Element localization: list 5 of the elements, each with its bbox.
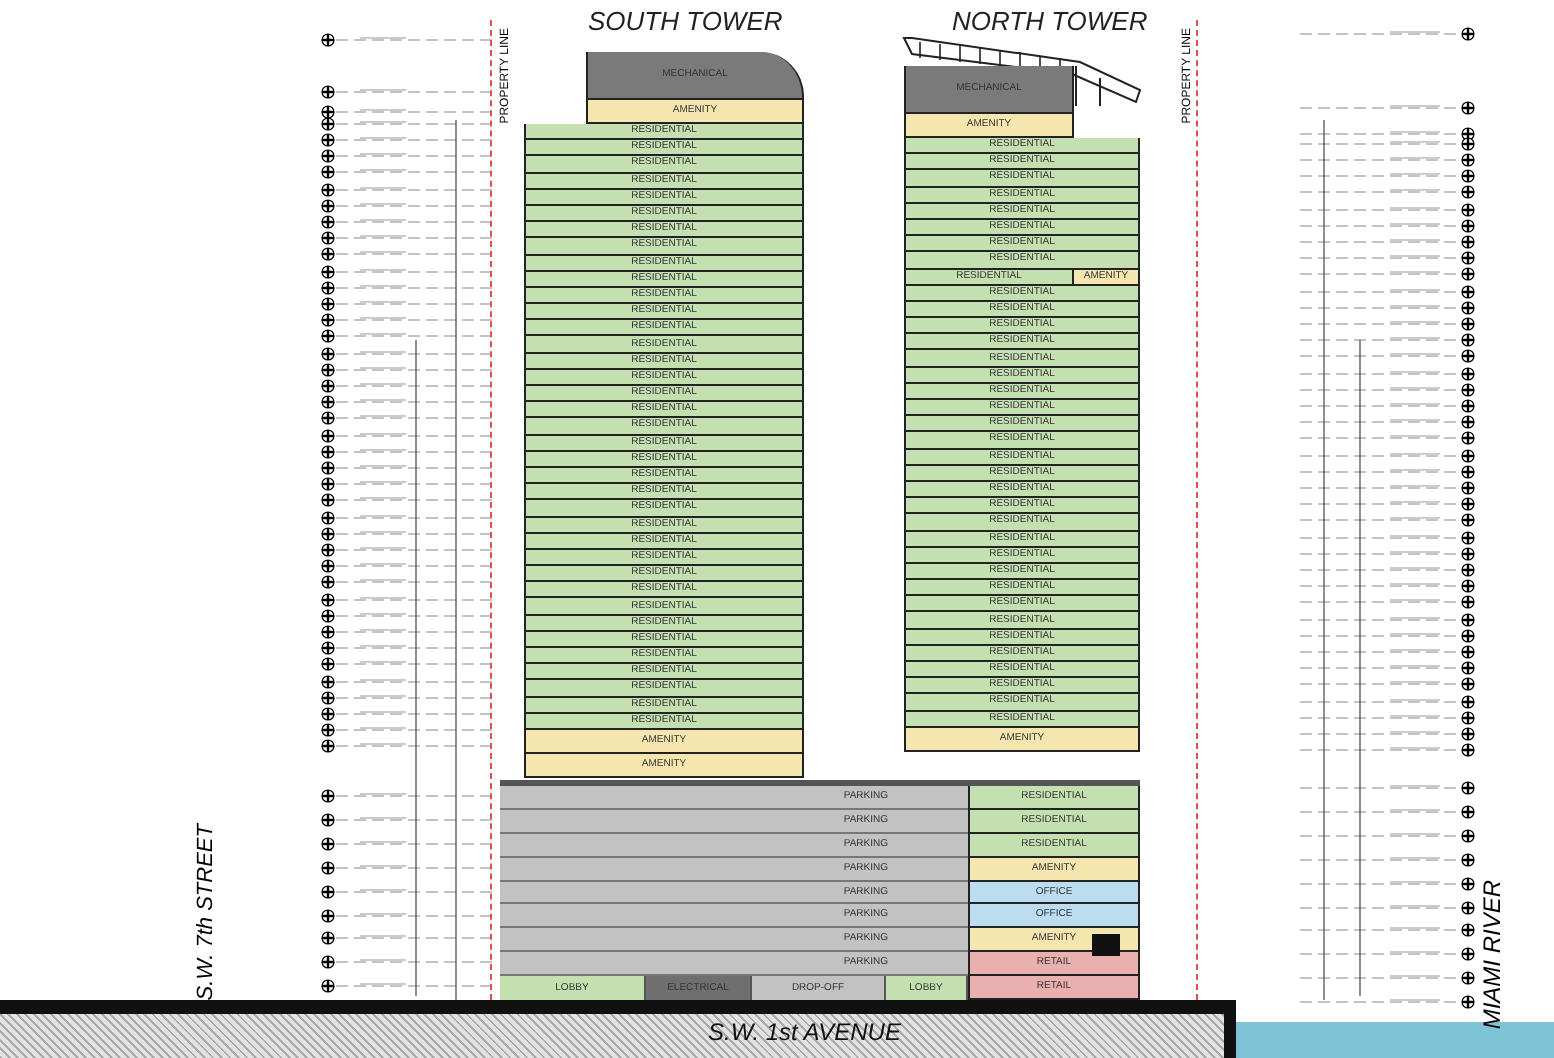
tower-title: NORTH TOWER (952, 8, 1148, 34)
street-label: S.W. 7th STREET (196, 824, 218, 1001)
river-label: MIAMI RIVER (1480, 880, 1504, 1030)
street-label: S.W. 1st AVENUE (708, 1020, 901, 1044)
tower-title: SOUTH TOWER (588, 8, 783, 34)
